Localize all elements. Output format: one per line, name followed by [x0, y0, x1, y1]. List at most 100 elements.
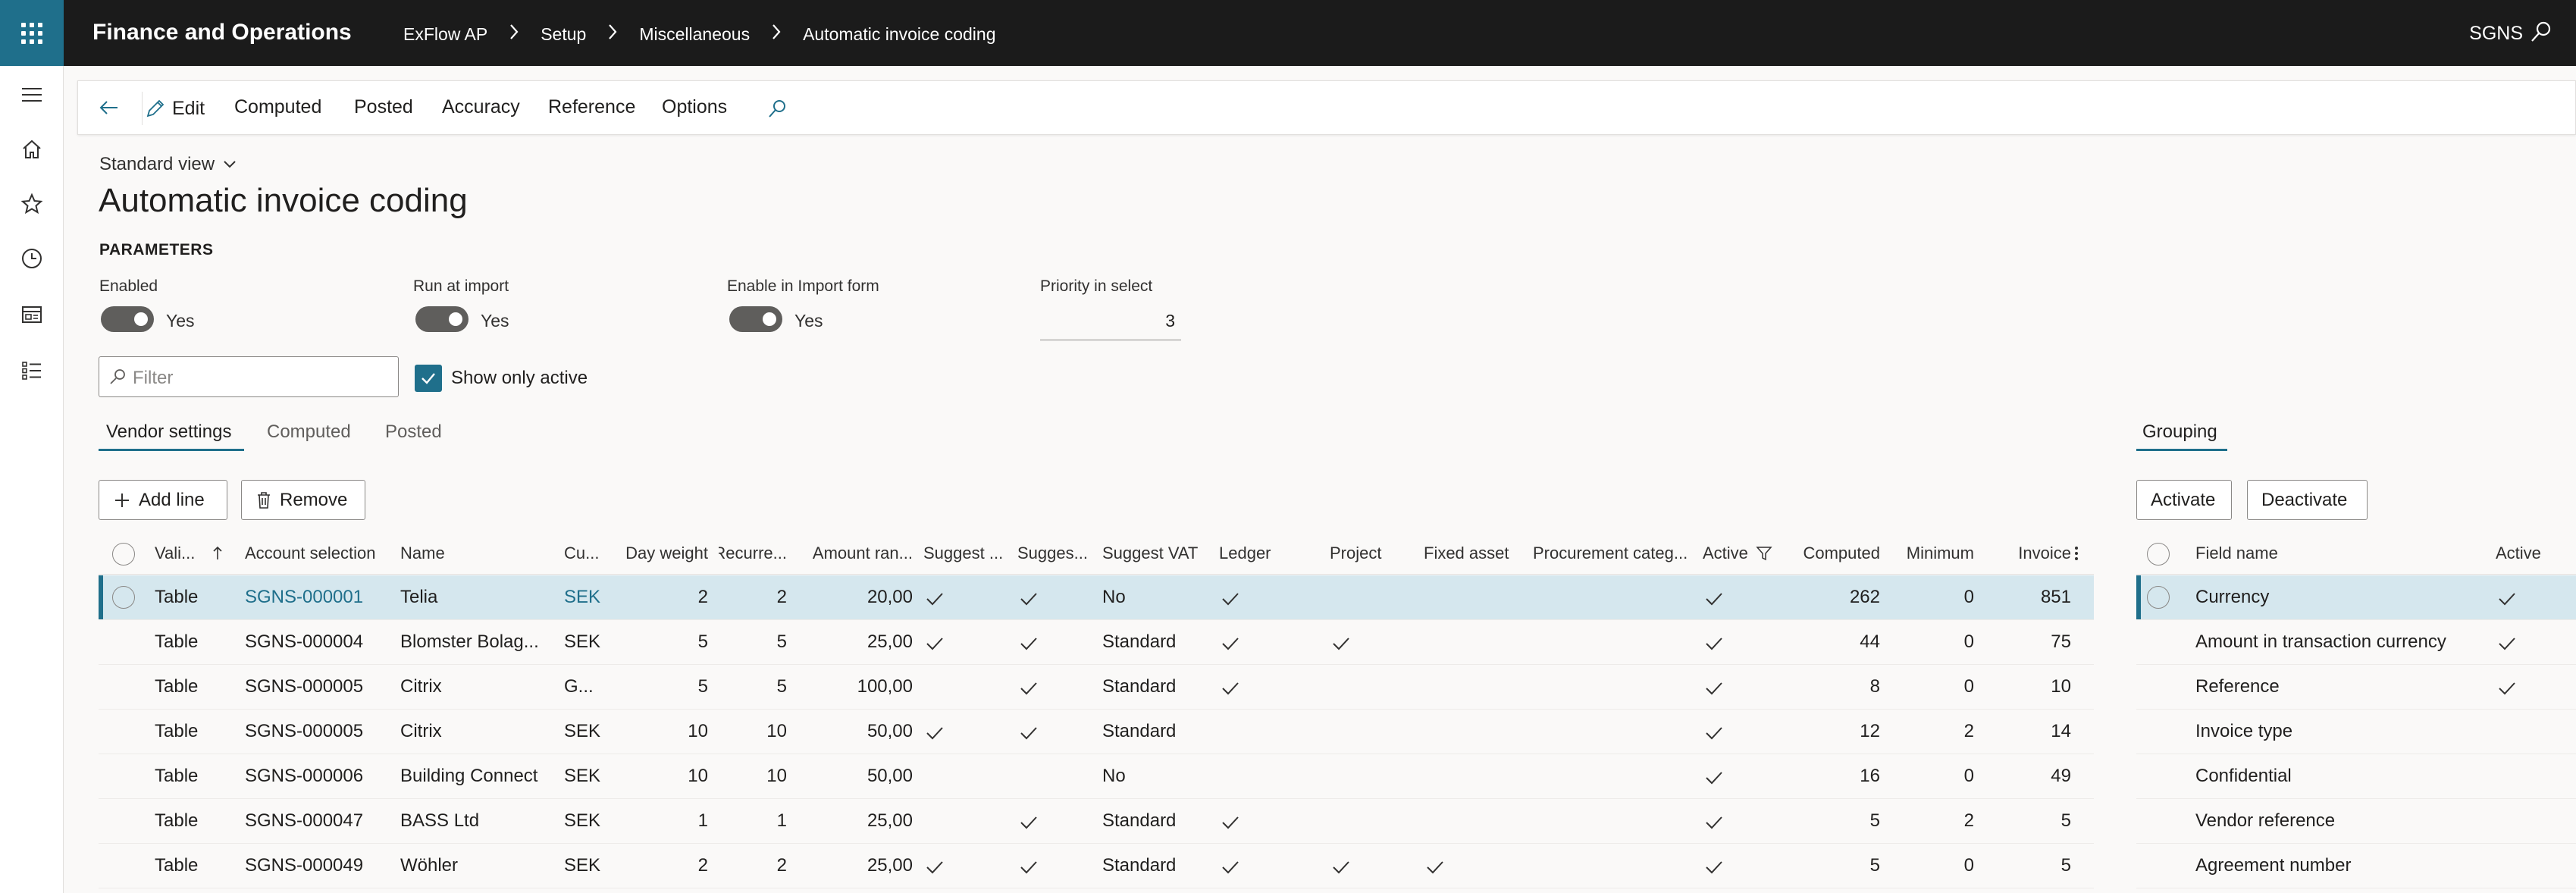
cell-currency[interactable]: SEK [564, 620, 606, 664]
cell-currency[interactable]: SEK [564, 844, 606, 888]
row-select-radio[interactable] [112, 586, 135, 609]
cell-account[interactable]: SGNS-000001 [245, 575, 389, 619]
filter-input[interactable]: Filter [99, 356, 399, 397]
search-actions-icon[interactable] [766, 98, 788, 124]
add-line-button[interactable]: Add line [99, 480, 227, 520]
column-header-project[interactable]: Project [1330, 532, 1413, 574]
cell-name: Citrix [400, 676, 442, 697]
column-header-fixed[interactable]: Fixed asset [1424, 532, 1530, 574]
table-row[interactable]: Table SGNS-000006 Building Connect SEK 10 10 5… [99, 754, 2094, 799]
tab-vendor-settings[interactable]: Vendor settings [106, 421, 231, 443]
column-header-amount[interactable]: Amount ran... [796, 532, 913, 574]
cell-currency[interactable]: SEK [564, 799, 606, 843]
column-header-day-weight[interactable]: Day weight [617, 532, 708, 574]
cell-currency[interactable]: SEK [564, 710, 606, 754]
company-picker[interactable]: SGNS [2469, 23, 2523, 45]
accuracy-menu[interactable]: Accuracy [442, 96, 520, 118]
sort-ascending-icon[interactable] [212, 532, 227, 574]
column-header-active[interactable]: Active [2496, 532, 2571, 574]
checkmark-icon [925, 635, 945, 656]
table-row[interactable]: Vendor reference [2136, 799, 2576, 844]
checkmark-icon [1704, 725, 1724, 745]
cell-currency[interactable]: G... [564, 665, 606, 709]
clock-icon[interactable] [18, 245, 45, 272]
table-row[interactable]: Reference [2136, 665, 2576, 710]
select-all-radio[interactable] [112, 543, 135, 566]
cell-account[interactable]: SGNS-000004 [245, 620, 389, 664]
posted-menu[interactable]: Posted [354, 96, 413, 118]
enabled-toggle[interactable] [101, 306, 154, 332]
column-header-name[interactable]: Name [400, 532, 544, 574]
edit-button[interactable]: Edit [145, 92, 205, 125]
table-row[interactable]: Table SGNS-000004 Blomster Bolag... SEK 5 5 25… [99, 620, 2094, 665]
run-at-import-toggle[interactable] [415, 306, 469, 332]
app-launcher-button[interactable] [0, 0, 64, 66]
column-header-minimum[interactable]: Minimum [1891, 532, 1974, 574]
cell-account[interactable]: SGNS-000005 [245, 710, 389, 754]
tab-posted[interactable]: Posted [385, 421, 442, 443]
tab-grouping[interactable]: Grouping [2142, 421, 2217, 443]
tab-underline [99, 449, 244, 451]
back-arrow-icon[interactable] [96, 95, 122, 125]
cell-account[interactable]: SGNS-000049 [245, 844, 389, 888]
breadcrumb-item-setup[interactable]: Setup [541, 24, 586, 45]
modules-list-icon[interactable] [18, 357, 45, 384]
table-row[interactable]: Table SGNS-000047 BASS Ltd SEK 1 1 25,00 Standa… [99, 799, 2094, 844]
column-header-proc[interactable]: Procurement categ... [1533, 532, 1700, 574]
cell-account[interactable]: SGNS-000047 [245, 799, 389, 843]
breadcrumb-item-current[interactable]: Automatic invoice coding [803, 24, 995, 45]
activate-button[interactable]: Activate [2136, 480, 2232, 520]
show-only-active-label: Show only active [451, 368, 588, 388]
computed-menu[interactable]: Computed [234, 96, 321, 118]
cell-currency[interactable]: SEK [564, 575, 606, 619]
hamburger-icon[interactable] [18, 81, 45, 108]
column-header-valid[interactable]: Vali... [155, 532, 208, 574]
row-select-radio[interactable] [2147, 586, 2170, 609]
search-icon[interactable] [2529, 20, 2553, 49]
column-header-vat[interactable]: Suggest VAT [1102, 532, 1208, 574]
cell-account[interactable]: SGNS-000005 [245, 665, 389, 709]
column-header-ledger[interactable]: Ledger [1219, 532, 1302, 574]
table-row[interactable]: Agreement number [2136, 844, 2576, 888]
table-row[interactable]: Currency [2136, 575, 2576, 620]
cell-invoice: 851 [2040, 587, 2071, 607]
show-only-active-checkbox[interactable] [415, 365, 442, 392]
table-row[interactable]: Invoice type [2136, 710, 2576, 754]
table-row[interactable]: Confidential [2136, 754, 2576, 799]
table-row[interactable]: Table SGNS-000005 Citrix G... 5 5 100,00 Standa… [99, 665, 2094, 710]
star-icon[interactable] [18, 190, 45, 218]
cell-invoice: 14 [2051, 721, 2071, 741]
priority-input[interactable]: 3 [1040, 311, 1175, 331]
column-header-s2[interactable]: Sugges... [1017, 532, 1101, 574]
table-row[interactable]: Table SGNS-000049 Wöhler SEK 2 2 25,00 Standard… [99, 844, 2094, 888]
view-selector[interactable]: Standard view [99, 154, 237, 175]
table-row[interactable]: Table SGNS-000005 Citrix SEK 10 10 50,00 Standa… [99, 710, 2094, 754]
cell-currency[interactable]: SEK [564, 754, 606, 798]
deactivate-button[interactable]: Deactivate [2247, 480, 2368, 520]
table-row[interactable]: Table SGNS-000001 Telia SEK 2 2 20,00 No 262 0 851 [99, 575, 2094, 620]
filter-funnel-icon[interactable] [1756, 532, 1775, 574]
breadcrumb-item-exflow[interactable]: ExFlow AP [403, 24, 487, 45]
enable-import-form-toggle[interactable] [729, 306, 782, 332]
checkmark-icon [2497, 635, 2517, 656]
remove-button[interactable]: Remove [241, 480, 365, 520]
column-header-computed[interactable]: Computed [1797, 532, 1880, 574]
breadcrumb-item-miscellaneous[interactable]: Miscellaneous [639, 24, 750, 45]
home-icon[interactable] [18, 136, 45, 163]
column-header-recurrence[interactable]: Recurre... [719, 532, 787, 574]
reference-menu[interactable]: Reference [548, 96, 635, 118]
column-header-s1[interactable]: Suggest ... [923, 532, 1014, 574]
options-menu[interactable]: Options [662, 96, 727, 118]
table-row[interactable]: Amount in transaction currency [2136, 620, 2576, 665]
column-header-field-name[interactable]: Field name [2195, 532, 2423, 574]
cell-vat: Standard [1102, 676, 1177, 697]
tab-computed[interactable]: Computed [267, 421, 351, 443]
select-all-radio[interactable] [2147, 543, 2170, 566]
app-title[interactable]: Finance and Operations [92, 20, 352, 45]
more-vertical-icon[interactable] [2074, 532, 2086, 574]
column-header-invoice[interactable]: Invoice [1985, 532, 2071, 574]
workspaces-icon[interactable] [18, 301, 45, 328]
cell-account[interactable]: SGNS-000006 [245, 754, 389, 798]
column-header-currency[interactable]: Cu... [564, 532, 606, 574]
column-header-account[interactable]: Account selection [245, 532, 389, 574]
